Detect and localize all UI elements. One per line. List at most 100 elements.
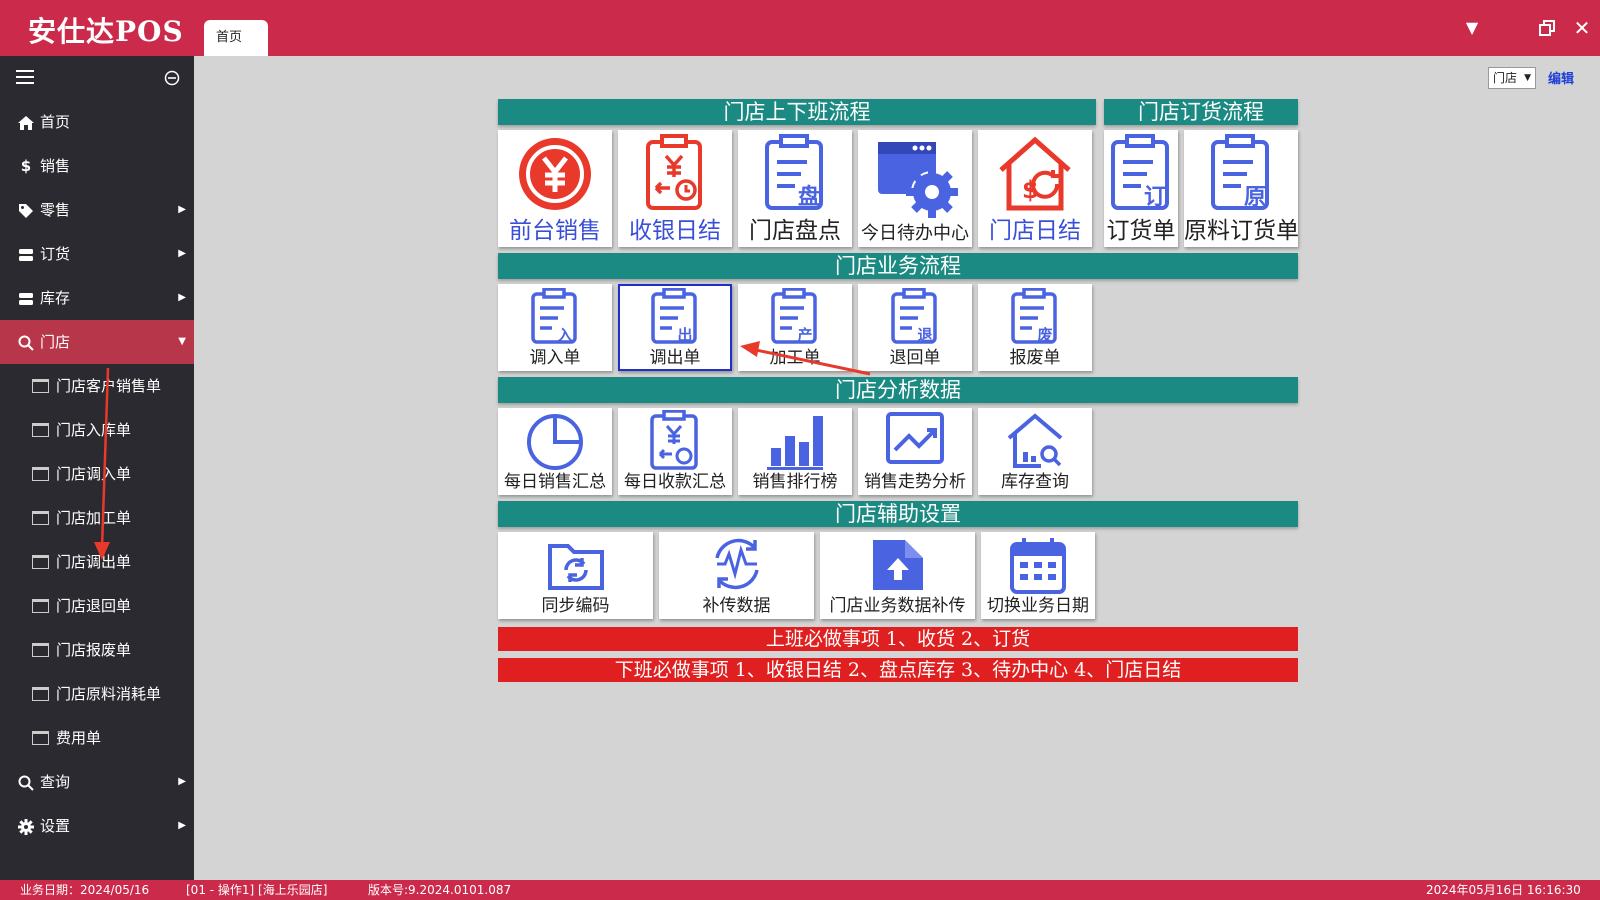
sidebar-header [0, 56, 194, 100]
sidebar-item-order[interactable]: 订货 ▶ [0, 232, 194, 276]
clipboard-icon: 入 [531, 288, 577, 344]
sub-item-scrap[interactable]: 门店报废单 [0, 628, 194, 672]
sub-item-transfer-out[interactable]: 门店调出单 [0, 540, 194, 584]
sidebar-item-label: 首页 [40, 113, 71, 131]
tile-label: 原料订货单 [1184, 218, 1298, 244]
receipt-clipboard-icon [650, 410, 698, 470]
sidebar-item-label: 订货 [40, 245, 71, 263]
tile-cashier-settle[interactable]: 收银日结 [618, 130, 732, 247]
tile-label: 今日待办中心 [861, 223, 969, 244]
window-icon [32, 599, 49, 613]
tile-switch-biz-date[interactable]: 切换业务日期 [981, 532, 1095, 619]
section-header-aux: 门店辅助设置 [498, 501, 1298, 527]
window-icon [32, 555, 49, 569]
gear-icon [16, 804, 36, 848]
raw-order-clipboard-icon: 原 [1211, 134, 1269, 210]
tile-transfer-out[interactable]: 出调出单 [618, 284, 732, 371]
tile-badge: 盘 [798, 184, 820, 210]
sub-item-inbound[interactable]: 门店入库单 [0, 408, 194, 452]
tile-badge: 退 [917, 326, 932, 344]
caret-right-icon: ▶ [178, 820, 186, 831]
tile-sync-codes[interactable]: 同步编码 [498, 532, 653, 619]
tile-front-sales[interactable]: 前台销售 [498, 130, 612, 247]
tile-store-count[interactable]: 盘 门店盘点 [738, 130, 852, 247]
pie-chart-icon [527, 414, 583, 470]
tile-inventory-query[interactable]: 库存查询 [978, 408, 1092, 495]
sidebar-item-settings[interactable]: 设置 ▶ [0, 804, 194, 848]
sidebar-item-inventory[interactable]: 库存 ▶ [0, 276, 194, 320]
caret-right-icon: ▶ [178, 204, 186, 215]
tile-badge: 原 [1244, 185, 1266, 210]
sidebar-item-retail[interactable]: 零售 ▶ [0, 188, 194, 232]
window-icon [32, 731, 49, 745]
tile-badge: 产 [797, 326, 812, 344]
tile-raw-order[interactable]: 原 原料订货单 [1184, 130, 1298, 247]
caret-right-icon: ▶ [178, 292, 186, 303]
sidebar-item-label: 查询 [40, 773, 71, 791]
sub-item-label: 门店加工单 [56, 509, 132, 527]
dropdown-arrow-icon: ▼ [1524, 73, 1531, 83]
tile-return[interactable]: 退退回单 [858, 284, 972, 371]
sub-item-return[interactable]: 门店退回单 [0, 584, 194, 628]
tile-store-data-resend[interactable]: 门店业务数据补传 [820, 532, 975, 619]
sub-item-customer-sales[interactable]: 门店客户销售单 [0, 364, 194, 408]
sidebar-item-label: 零售 [40, 201, 71, 219]
tile-label: 收银日结 [629, 218, 721, 244]
store-select[interactable]: 门店 ▼ [1488, 67, 1536, 89]
sub-item-expense[interactable]: 费用单 [0, 716, 194, 760]
tile-todo-center[interactable]: 今日待办中心 [858, 130, 972, 247]
clipboard-icon: 产 [771, 288, 817, 344]
section-header-business: 门店业务流程 [498, 253, 1298, 279]
section-header-analysis: 门店分析数据 [498, 377, 1298, 403]
tile-label: 销售走势分析 [864, 472, 966, 492]
tab-home[interactable]: 首页 [204, 20, 268, 56]
tile-sales-trend[interactable]: 销售走势分析 [858, 408, 972, 495]
dollar-icon: $ [20, 157, 32, 175]
tile-order-form[interactable]: 订 订货单 [1104, 130, 1178, 247]
tile-label: 门店盘点 [749, 218, 841, 244]
clipboard-icon: 废 [1011, 288, 1057, 344]
sidebar-item-store[interactable]: 门店 ▼ [0, 320, 194, 364]
tile-daily-receipts[interactable]: 每日收款汇总 [618, 408, 732, 495]
tile-badge: 入 [557, 326, 572, 344]
tile-label: 门店业务数据补传 [829, 596, 966, 616]
window-icon [32, 687, 49, 701]
window-icon [32, 467, 49, 481]
count-clipboard-icon: 盘 [765, 134, 823, 210]
tile-transfer-in[interactable]: 入调入单 [498, 284, 612, 371]
tile-label: 补传数据 [702, 596, 771, 616]
sub-item-processing[interactable]: 门店加工单 [0, 496, 194, 540]
collapse-icon[interactable] [164, 70, 180, 86]
tile-label: 销售排行榜 [752, 472, 838, 492]
sub-item-material-consume[interactable]: 门店原料消耗单 [0, 672, 194, 716]
dropdown-triangle-icon[interactable]: ▼ [1460, 16, 1484, 40]
sidebar-item-label: 库存 [40, 289, 71, 307]
tag-icon [16, 188, 36, 232]
status-datetime: 2024年05月16日 16:16:30 [1426, 883, 1581, 897]
sidebar-item-home[interactable]: 首页 [0, 100, 194, 144]
window-icon [32, 379, 49, 393]
status-operator: [01 - 操作1] [海上乐园店] [186, 883, 328, 897]
menu-icon[interactable] [16, 70, 34, 84]
tile-processing[interactable]: 产加工单 [738, 284, 852, 371]
tile-store-settle[interactable]: $ 门店日结 [978, 130, 1092, 247]
sub-item-label: 门店调入单 [56, 465, 132, 483]
edit-link[interactable]: 编辑 [1548, 68, 1574, 87]
tile-scrap[interactable]: 废报废单 [978, 284, 1092, 371]
tile-daily-sales[interactable]: 每日销售汇总 [498, 408, 612, 495]
sub-item-label: 门店报废单 [56, 641, 132, 659]
close-icon[interactable]: ✕ [1570, 16, 1594, 40]
search-icon [16, 760, 36, 804]
stack-icon [16, 232, 36, 276]
restore-icon[interactable] [1535, 16, 1559, 40]
tile-resend-data[interactable]: 补传数据 [659, 532, 814, 619]
clipboard-icon: 退 [891, 288, 937, 344]
window-icon [32, 423, 49, 437]
sidebar-item-sales[interactable]: $ 销售 [0, 144, 194, 188]
stack-icon [16, 276, 36, 320]
sidebar-item-query[interactable]: 查询 ▶ [0, 760, 194, 804]
tile-label: 报废单 [1009, 348, 1061, 368]
sidebar-item-label: 门店 [40, 333, 71, 351]
tile-sales-ranking[interactable]: 销售排行榜 [738, 408, 852, 495]
sub-item-transfer-in[interactable]: 门店调入单 [0, 452, 194, 496]
